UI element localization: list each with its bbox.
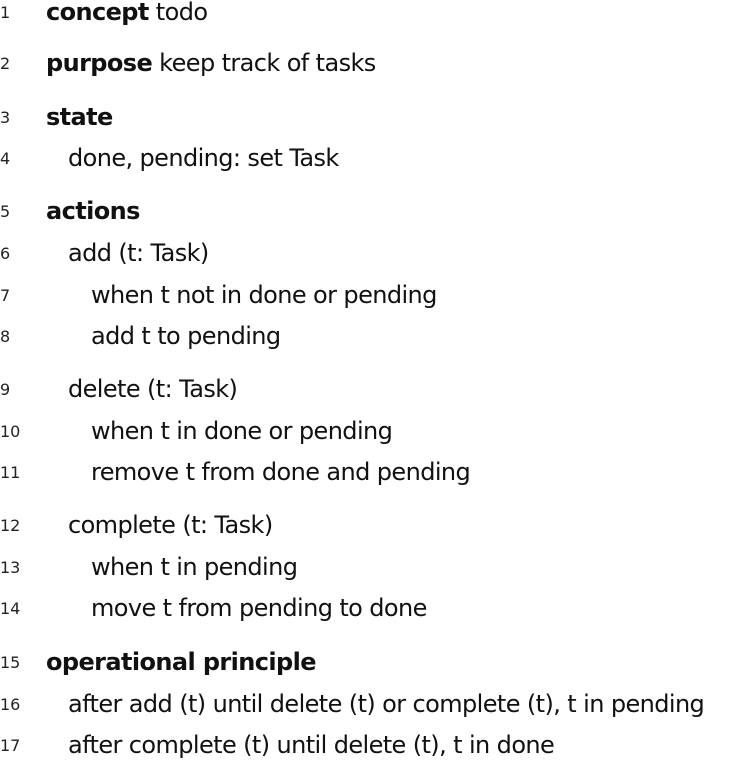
action-precondition: when t in done or pending [91,417,393,445]
line-number: 4 [0,148,11,168]
line-content: actions [46,196,140,226]
principle-clause: after complete (t) until delete (t), t i… [68,731,555,759]
concept-document: 1 concept todo 2 purpose keep track of t… [0,0,750,760]
action-precondition: when t not in done or pending [91,281,437,309]
code-line: 4 done, pending: set Task [0,143,750,173]
code-line: 14 move t from pending to done [0,593,750,623]
line-number: 9 [0,379,11,399]
line-number: 13 [0,557,21,577]
line-number: 10 [0,421,21,441]
line-content: state [46,102,113,132]
concept-name: todo [148,0,208,26]
action-precondition: when t in pending [91,553,298,581]
code-line: 5 actions [0,196,750,226]
code-line: 12 complete (t: Task) [0,510,750,540]
code-line: 1 concept todo [0,0,750,27]
action-signature-add: add (t: Task) [68,239,209,267]
line-number: 12 [0,515,21,535]
keyword-operational-principle: operational principle [46,648,317,676]
keyword-purpose: purpose [46,49,153,77]
principle-clause: after add (t) until delete (t) or comple… [68,690,705,718]
action-effect: add t to pending [91,322,281,350]
line-number: 5 [0,201,11,221]
code-line: 2 purpose keep track of tasks [0,48,750,78]
line-number: 2 [0,53,11,73]
line-number: 8 [0,326,11,346]
line-number: 7 [0,285,11,305]
code-line: 13 when t in pending [0,552,750,582]
line-content: operational principle [46,647,317,677]
line-number: 6 [0,243,11,263]
code-line: 6 add (t: Task) [0,238,750,268]
code-line: 8 add t to pending [0,321,750,351]
code-line: 15 operational principle [0,647,750,677]
line-content: concept todo [46,0,208,27]
action-effect: remove t from done and pending [91,458,471,486]
line-number: 3 [0,107,11,127]
line-number: 14 [0,598,21,618]
line-number: 1 [0,2,11,22]
keyword-actions: actions [46,197,140,225]
line-number: 17 [0,735,21,755]
code-line: 16 after add (t) until delete (t) or com… [0,689,750,719]
keyword-concept: concept [46,0,149,26]
code-line: 17 after complete (t) until delete (t), … [0,730,750,760]
state-declaration: done, pending: set Task [68,144,339,172]
line-content: purpose keep track of tasks [46,48,376,78]
line-number: 15 [0,652,21,672]
action-effect: move t from pending to done [91,594,427,622]
code-line: 11 remove t from done and pending [0,457,750,487]
code-line: 3 state [0,102,750,132]
purpose-text: keep track of tasks [152,49,376,77]
code-line: 9 delete (t: Task) [0,374,750,404]
action-signature-delete: delete (t: Task) [68,375,238,403]
action-signature-complete: complete (t: Task) [68,511,273,539]
keyword-state: state [46,103,113,131]
line-number: 16 [0,694,21,714]
code-line: 10 when t in done or pending [0,416,750,446]
line-number: 11 [0,462,21,482]
code-line: 7 when t not in done or pending [0,280,750,310]
